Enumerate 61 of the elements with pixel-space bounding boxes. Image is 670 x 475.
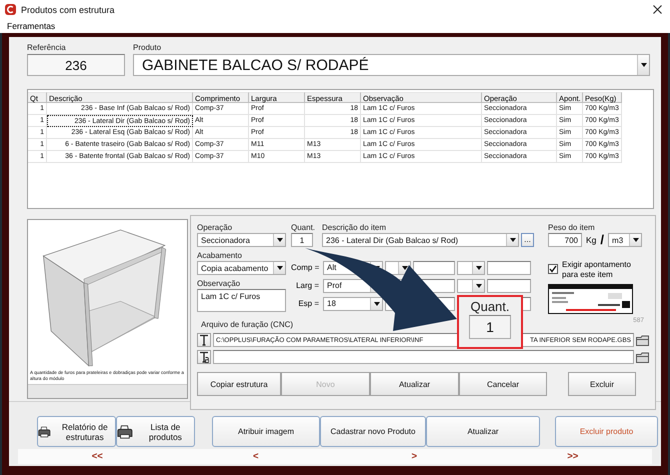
field-label: Arquivo de furação (CNC) — [200, 320, 294, 330]
input-field[interactable] — [413, 260, 455, 275]
field-label: Comp = — [291, 263, 319, 272]
printer-icon — [117, 424, 133, 440]
product-dropdown[interactable]: GABINETE BALCAO S/ RODAPÉ — [133, 54, 650, 76]
window-title: Produtos com estrutura — [21, 4, 115, 14]
nav-link[interactable]: >> — [567, 451, 578, 462]
report-button[interactable]: Lista de produtos — [116, 416, 195, 448]
field-label: Operação — [197, 223, 234, 234]
action-button[interactable]: Atualizar — [370, 372, 459, 396]
observation-field[interactable]: Lam 1C c/ Furos — [197, 289, 286, 312]
field-label: Larg = — [295, 281, 319, 290]
folder-icon[interactable] — [636, 352, 649, 363]
drill-icon — [199, 351, 209, 364]
unit-dropdown[interactable]: m3 — [608, 233, 642, 248]
nav-link[interactable]: > — [411, 451, 418, 462]
quantity-field: 1 — [469, 315, 511, 340]
dimension-dropdown[interactable]: 18 — [323, 296, 383, 311]
action-button[interactable]: Cadastrar novo Produto — [320, 416, 426, 448]
action-button[interactable]: Cancelar — [459, 372, 547, 396]
report-button[interactable]: Relatório de estruturas — [37, 416, 116, 448]
weight-field[interactable]: 700 — [548, 233, 582, 248]
item-dropdown[interactable]: 236 - Lateral Dir (Gab Balcao s/ Rod) — [322, 233, 520, 248]
dropdown[interactable] — [457, 278, 485, 293]
dropdown[interactable] — [457, 260, 485, 275]
close-icon[interactable] — [653, 5, 662, 14]
field-label: Produto — [133, 43, 162, 53]
tool-button[interactable] — [197, 350, 211, 364]
field-label: Peso do item — [548, 223, 596, 234]
field-label: Acabamento — [197, 251, 243, 262]
printer-icon — [38, 424, 51, 440]
menu-item[interactable]: Ferramentas — [7, 21, 56, 31]
field-label: Quant. — [470, 299, 510, 314]
reference-field[interactable]: 236 — [27, 54, 125, 76]
operation-dropdown[interactable]: Seccionadora — [197, 233, 286, 248]
field-label: Descrição do item — [322, 223, 388, 234]
action-button[interactable]: Excluir — [568, 372, 636, 396]
unit-label: Kg — [586, 235, 596, 246]
drill-icon — [199, 334, 209, 346]
action-button[interactable]: Atribuir imagem — [212, 416, 320, 448]
nav-link[interactable]: < — [252, 451, 259, 462]
field-label: Quant. — [291, 223, 316, 234]
file-path-field[interactable] — [213, 350, 634, 364]
finish-dropdown[interactable]: Copia acabamento — [197, 261, 286, 276]
field-label: Observação — [197, 279, 242, 290]
field-label: Referência — [27, 43, 67, 53]
app-icon — [5, 4, 16, 15]
folder-icon[interactable] — [636, 334, 649, 346]
tool-button[interactable] — [197, 333, 211, 348]
nav-link[interactable]: << — [92, 451, 103, 462]
browse-button[interactable]: ... — [521, 233, 534, 248]
action-button[interactable]: Atualizar — [426, 416, 540, 448]
checkbox-label: Exigir apontamento para este item — [562, 260, 632, 280]
quantity-field[interactable]: 1 — [291, 233, 313, 248]
delete-product-button[interactable]: Excluir produto — [555, 416, 658, 448]
input-field[interactable] — [487, 278, 531, 293]
input-field[interactable] — [487, 260, 531, 275]
separator-label: / — [600, 234, 604, 246]
checkbox[interactable] — [548, 264, 558, 274]
field-label: Esp = — [297, 299, 319, 308]
action-button[interactable]: Copiar estrutura — [197, 372, 281, 396]
